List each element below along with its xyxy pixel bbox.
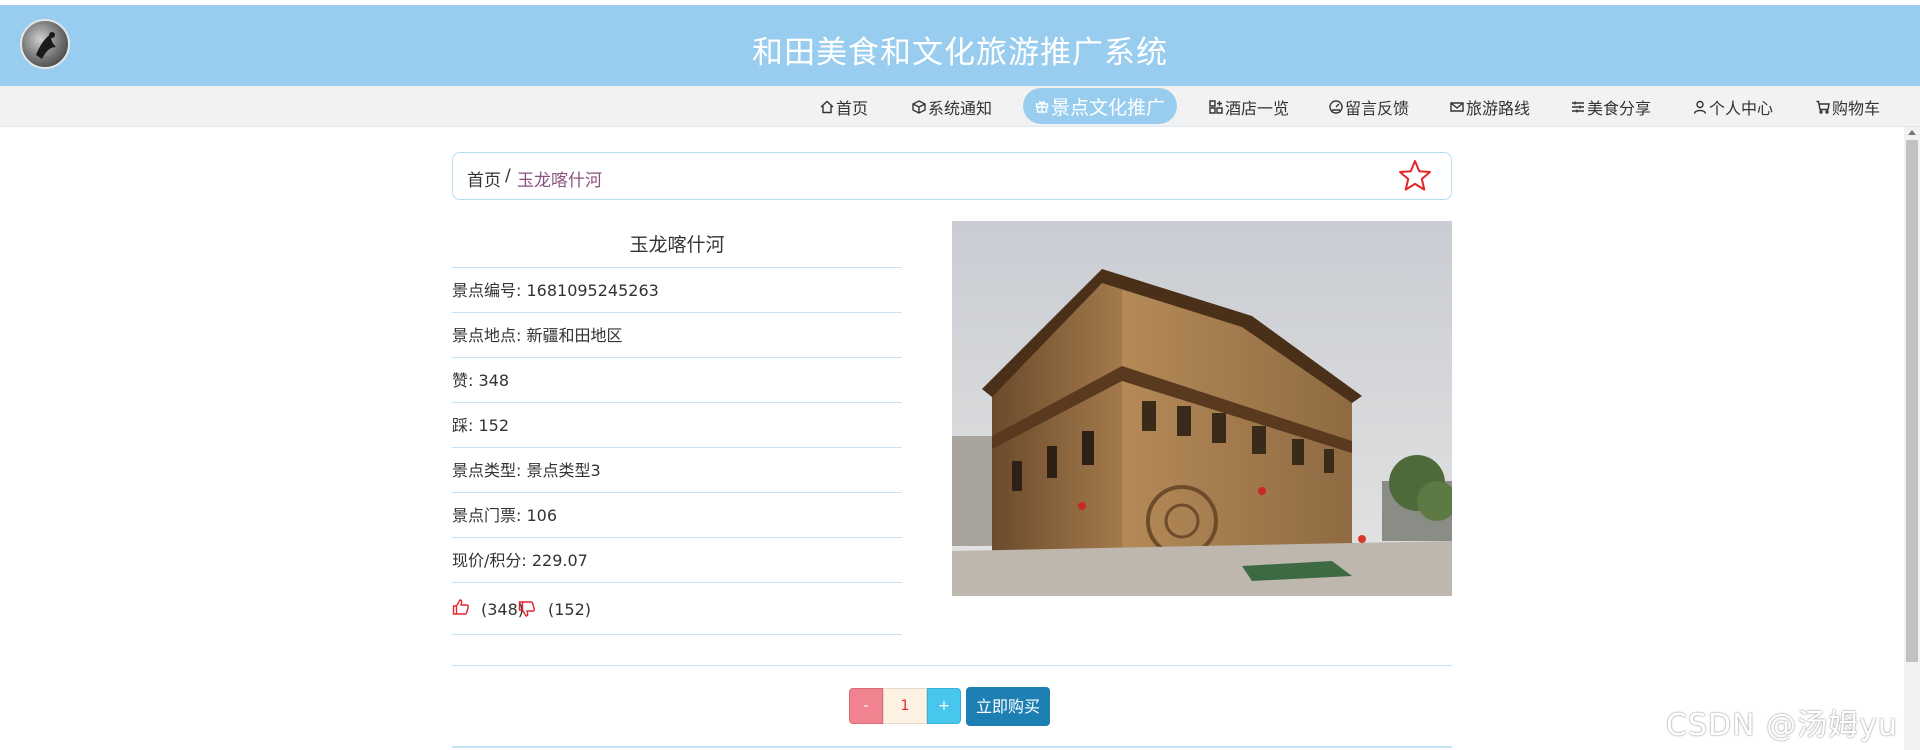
- home-icon: [820, 100, 834, 114]
- info-row-likes: 赞: 348: [452, 358, 902, 403]
- header-bar: 和田美食和文化旅游推广系统: [0, 5, 1920, 86]
- nav-item-profile[interactable]: 个人中心: [1693, 96, 1773, 118]
- info-row-dislikes: 踩: 152: [452, 403, 902, 448]
- nav-label: 美食分享: [1587, 99, 1652, 118]
- info-row-ticket: 景点门票: 106: [452, 493, 902, 538]
- thumbs-up-icon[interactable]: [452, 598, 470, 616]
- dislike-count: (152): [548, 600, 592, 619]
- buy-now-button[interactable]: 立即购买: [966, 687, 1050, 726]
- info-row-price: 现价/积分: 229.07: [452, 538, 902, 583]
- nav-item-food[interactable]: 美食分享: [1571, 96, 1651, 118]
- main-nav: 首页 系统通知 景点文化推广 酒店一览 留言反馈 旅游路线 美食分享 个人中心 …: [0, 86, 1920, 127]
- nav-item-routes[interactable]: 旅游路线: [1450, 96, 1530, 118]
- quantity-input[interactable]: 1: [883, 688, 927, 724]
- quantity-decrease-button[interactable]: -: [849, 688, 883, 724]
- nav-label: 酒店一览: [1225, 99, 1290, 118]
- site-title: 和田美食和文化旅游推广系统: [752, 35, 1168, 71]
- nav-label: 景点文化推广: [1051, 96, 1166, 119]
- cart-icon: [1816, 100, 1830, 114]
- attraction-title: 玉龙喀什河: [629, 234, 725, 256]
- scrollbar-thumb[interactable]: [1906, 140, 1918, 662]
- bottom-divider: [452, 746, 1452, 748]
- breadcrumb: 首页 / 玉龙喀什河: [452, 152, 1452, 200]
- cube-icon: [912, 100, 926, 114]
- nav-item-cart[interactable]: 购物车: [1816, 96, 1880, 118]
- attraction-photo-illustration: [952, 221, 1452, 596]
- dashboard-icon: [1329, 100, 1343, 114]
- attraction-photo: [952, 221, 1452, 596]
- nav-label: 购物车: [1832, 99, 1881, 118]
- quantity-increase-button[interactable]: +: [927, 688, 961, 724]
- favorite-star-icon[interactable]: [1397, 158, 1433, 194]
- nav-label: 个人中心: [1709, 99, 1774, 118]
- info-row-type: 景点类型: 景点类型3: [452, 448, 902, 493]
- scroll-up-arrow-icon[interactable]: [1908, 130, 1916, 135]
- mail-icon: [1450, 102, 1464, 112]
- sliders-icon: [1572, 101, 1584, 113]
- nav-item-notifications[interactable]: 系统通知: [912, 96, 992, 118]
- grid-icon: [1209, 100, 1223, 114]
- info-row-id: 景点编号: 1681095245263: [452, 268, 902, 313]
- breadcrumb-current: 玉龙喀什河: [517, 171, 602, 191]
- nav-label: 首页: [836, 99, 869, 118]
- gift-icon: [1035, 101, 1049, 113]
- nav-item-attractions[interactable]: 景点文化推广: [1023, 88, 1178, 124]
- info-row-location: 景点地点: 新疆和田地区: [452, 313, 902, 358]
- breadcrumb-home[interactable]: 首页: [467, 166, 501, 191]
- nav-label: 旅游路线: [1466, 99, 1531, 118]
- watermark-text: CSDN @汤姆yu: [1666, 708, 1898, 743]
- nav-item-feedback[interactable]: 留言反馈: [1329, 96, 1409, 118]
- nav-label: 留言反馈: [1345, 99, 1410, 118]
- breadcrumb-separator: /: [505, 166, 511, 186]
- nav-item-home[interactable]: 首页: [820, 96, 868, 118]
- nav-item-hotels[interactable]: 酒店一览: [1209, 96, 1289, 118]
- vote-row: (348) (152): [452, 590, 902, 635]
- user-icon: [1693, 100, 1707, 114]
- content-divider: [452, 665, 1452, 666]
- nav-label: 系统通知: [928, 99, 993, 118]
- thumbs-down-icon[interactable]: [518, 600, 536, 618]
